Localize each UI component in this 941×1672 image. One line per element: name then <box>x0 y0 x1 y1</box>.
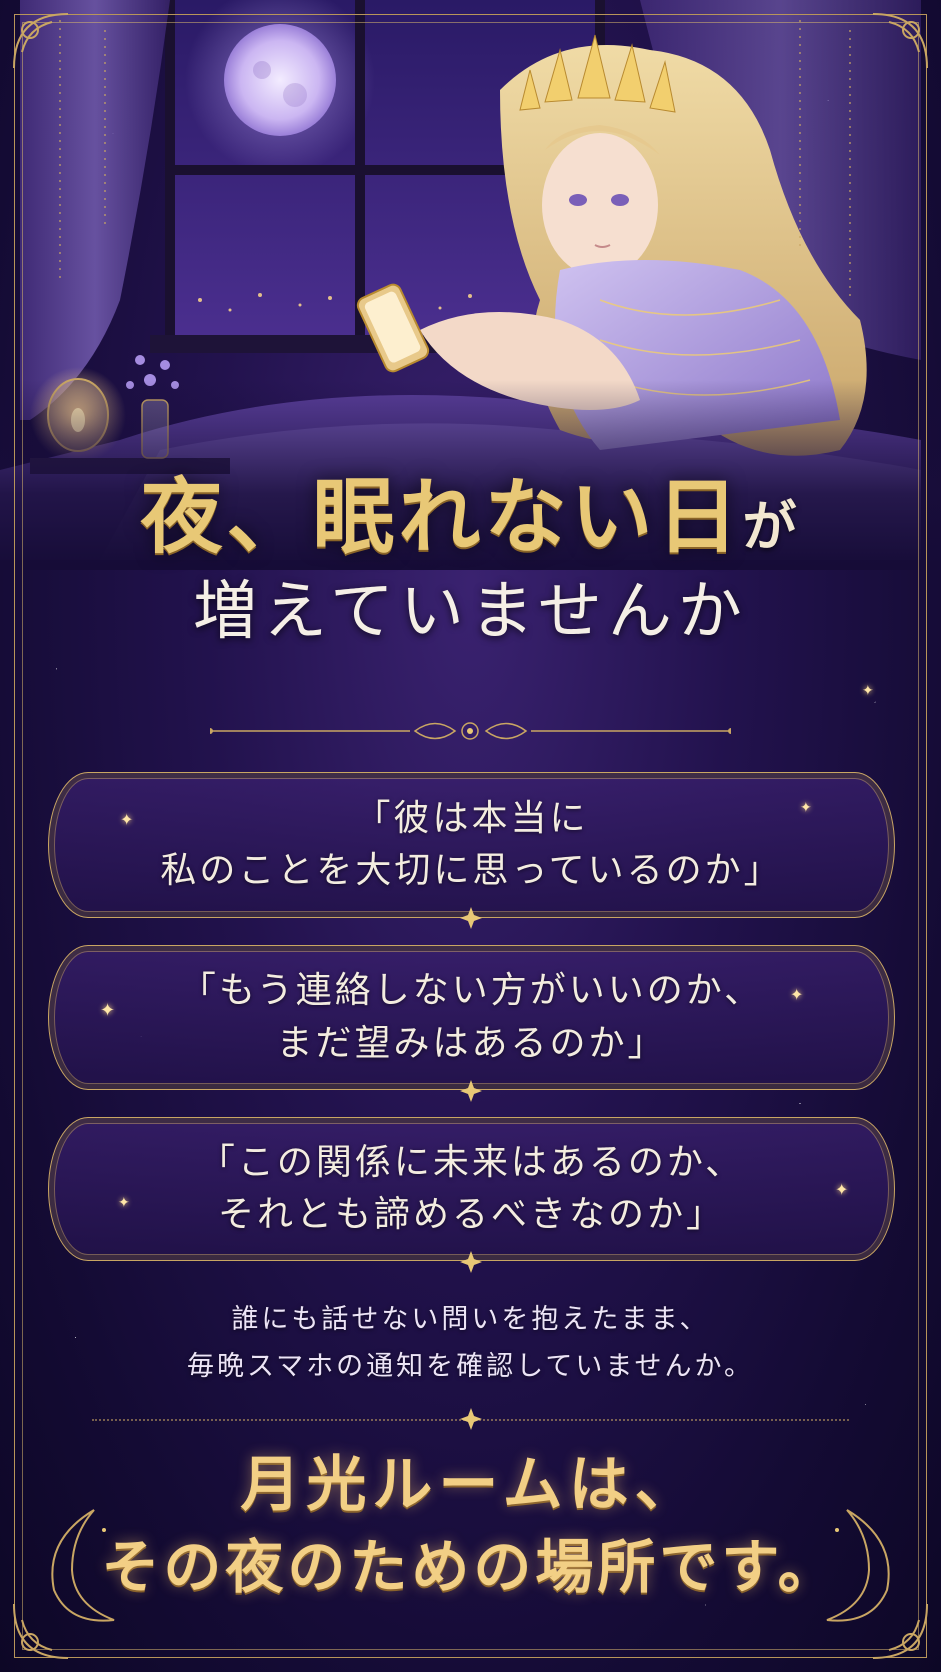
quote-panel-3: 「この関係に未来はあるのか、 それとも諦めるべきなのか」 <box>48 1117 895 1261</box>
headline-main: 夜、眠れない日 <box>140 469 743 565</box>
headline-line-1: 夜、眠れない日が <box>0 468 941 566</box>
quote-panel-2: 「もう連絡しない方がいいのか、 まだ望みはあるのか」 <box>48 945 895 1090</box>
sparkle-icon: ✦ <box>100 1000 116 1021</box>
sparkle-icon: ✦ <box>800 800 812 816</box>
quote-panel-1: 「彼は本当に 私のことを大切に思っているのか」 <box>48 772 895 918</box>
quote-3-line-2: それとも諦めるべきなのか」 <box>217 1194 725 1235</box>
closing-line-1: 月光ルームは、 <box>240 1450 701 1520</box>
body-line-1: 誰にも話せない問いを抱えたまま、 <box>231 1304 710 1335</box>
sparkle-icon: ✦ <box>862 683 874 699</box>
quote-1-line-2: 私のことを大切に思っているのか」 <box>160 850 783 891</box>
body-line-2: 毎晩スマホの通知を確認していませんか。 <box>186 1351 755 1383</box>
headline-line-2: 増えていませんか <box>193 575 748 650</box>
crescent-moon-icon <box>51 1509 115 1622</box>
sparkle-gem-icon <box>460 907 482 929</box>
closing-line-2: その夜のための場所です。 <box>101 1533 840 1601</box>
headline: 夜、眠れない日が 増えていませんか <box>0 468 941 651</box>
sparkle-icon: ✦ <box>835 1180 849 1199</box>
closing-message: 月光ルームは、 その夜のための場所です。 <box>0 1446 941 1605</box>
sparkle-gem-icon <box>460 1080 482 1102</box>
quote-2-line-1: 「もう連絡しない方がいいのか、 <box>179 970 764 1012</box>
ornamental-divider-icon <box>210 722 731 740</box>
sparkle-icon: ✦ <box>118 1195 130 1211</box>
sparkle-gem-icon <box>460 1251 482 1273</box>
headline-suffix: が <box>742 494 801 558</box>
quote-2-line-2: まだ望みはあるのか」 <box>276 1022 667 1064</box>
sparkle-icon: ✦ <box>120 810 134 829</box>
quote-3-line-1: 「この関係に未来はあるのか、 <box>198 1141 745 1183</box>
crescent-moon-icon <box>826 1509 890 1622</box>
page: 夜、眠れない日が 増えていませんか 「彼は本当に 私のことを大切に思っているのか… <box>0 0 941 1672</box>
quote-1-line-1: 「彼は本当に <box>354 797 589 839</box>
body-text: 誰にも話せない問いを抱えたまま、 毎晩スマホの通知を確認していませんか。 <box>0 1296 941 1391</box>
sparkle-icon: ✦ <box>790 985 804 1004</box>
sparkle-gem-icon <box>460 1408 482 1430</box>
